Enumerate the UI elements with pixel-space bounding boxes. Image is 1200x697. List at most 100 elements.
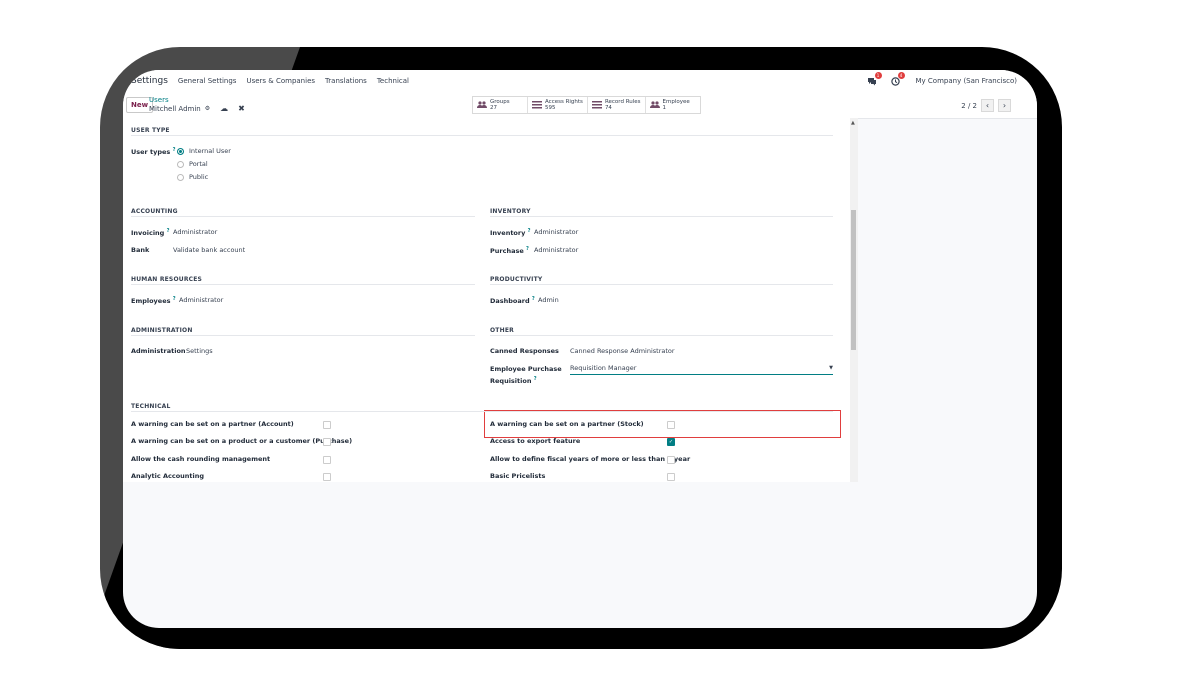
- field-value-administration[interactable]: Settings: [186, 347, 213, 355]
- help-icon: ?: [527, 228, 531, 234]
- radio-label: Internal User: [189, 147, 231, 155]
- checkbox-warning-partner-account[interactable]: [323, 421, 331, 429]
- list-icon: [532, 101, 542, 109]
- tech-label-right-1: Access to export feature: [490, 437, 581, 445]
- field-label-purchase: Purchase ?: [490, 246, 529, 256]
- smart-count: 595: [545, 105, 556, 111]
- tech-label-left-1: A warning can be set on a product or a c…: [131, 437, 353, 445]
- field-label-dashboard: Dashboard ?: [490, 296, 535, 306]
- menu-users-companies[interactable]: Users & Companies: [246, 77, 315, 85]
- checkbox-warning-product-purchase[interactable]: [323, 438, 331, 446]
- checkbox-cash-rounding[interactable]: [323, 456, 331, 464]
- divider: [490, 216, 833, 217]
- radio-dot[interactable]: [177, 173, 184, 181]
- breadcrumb-current: Mitchell Admin ⚙ ☁ ✖: [149, 104, 245, 113]
- smart-buttons: Groups 27 Access Rights 595 Record Rules 74…: [472, 96, 701, 114]
- menu-translations[interactable]: Translations: [325, 77, 367, 85]
- smart-button-groups[interactable]: Groups 27: [473, 97, 528, 113]
- scroll-up-icon[interactable]: ▲: [851, 120, 855, 126]
- navbar-right: 1 4 My Company (San Francisco): [867, 70, 1017, 92]
- gear-icon[interactable]: ⚙: [205, 105, 210, 112]
- save-cloud-icon[interactable]: ☁: [220, 104, 228, 113]
- control-panel: New Users Mitchell Admin ⚙ ☁ ✖ Groups 27 …: [123, 92, 1037, 119]
- activity-badge: 4: [897, 71, 905, 79]
- section-title-human-resources: HUMAN RESOURCES: [131, 276, 203, 283]
- divider: [490, 335, 833, 336]
- field-label-bank: Bank: [131, 246, 150, 254]
- pager: 2 / 2 ‹ ›: [961, 99, 1011, 112]
- radio-portal[interactable]: Portal: [177, 160, 208, 168]
- form-scrollbar[interactable]: ▲: [850, 118, 858, 482]
- field-label-administration: Administration: [131, 347, 186, 355]
- section-title-productivity: PRODUCTIVITY: [490, 276, 543, 283]
- record-name: Mitchell Admin: [149, 104, 201, 113]
- section-title-inventory: INVENTORY: [490, 208, 531, 215]
- pager-value[interactable]: 2 / 2: [961, 102, 977, 110]
- tech-label-left-0: A warning can be set on a partner (Accou…: [131, 420, 294, 428]
- divider: [131, 411, 833, 412]
- company-switcher[interactable]: My Company (San Francisco): [916, 77, 1017, 85]
- field-value-dashboard[interactable]: Admin: [538, 296, 559, 304]
- users-icon: [649, 101, 660, 108]
- chat-icon[interactable]: 1: [867, 71, 882, 86]
- section-title-other: OTHER: [490, 327, 514, 334]
- field-label-employees: Employees ?: [131, 296, 176, 306]
- divider: [131, 135, 833, 136]
- list-icon: [591, 101, 602, 109]
- smart-button-employee[interactable]: Employee 1: [646, 97, 700, 113]
- breadcrumb-users[interactable]: Users: [149, 96, 245, 104]
- radio-label: Portal: [189, 160, 208, 168]
- pager-next-icon[interactable]: ›: [998, 99, 1011, 112]
- menu-technical[interactable]: Technical: [377, 77, 409, 85]
- app-screen: Settings General Settings Users & Compan…: [123, 70, 1037, 628]
- field-label-invoicing: Invoicing ?: [131, 228, 170, 238]
- help-icon: ?: [531, 296, 535, 302]
- smart-count: 74: [604, 105, 612, 111]
- radio-dot[interactable]: [177, 160, 184, 168]
- app-name[interactable]: Settings: [131, 76, 168, 86]
- radio-internal-user[interactable]: Internal User: [177, 147, 231, 155]
- menu-general-settings[interactable]: General Settings: [178, 77, 237, 85]
- divider: [490, 284, 833, 285]
- checkbox-export-feature[interactable]: ✓: [667, 438, 675, 446]
- divider: [131, 284, 475, 285]
- radio-dot[interactable]: [177, 147, 184, 155]
- field-label-employee-purchase-requisition: Employee Purchase Requisition ?: [490, 365, 562, 386]
- select-value: Requisition Manager: [570, 364, 637, 372]
- employee-purchase-requisition-select[interactable]: Requisition Manager ▼: [570, 364, 833, 375]
- top-navbar: Settings General Settings Users & Compan…: [123, 70, 1037, 92]
- help-icon: ?: [526, 246, 529, 252]
- activity-clock-icon[interactable]: 4: [890, 71, 905, 86]
- tech-label-left-3: Analytic Accounting: [131, 472, 205, 480]
- radio-public[interactable]: Public: [177, 173, 208, 181]
- checkbox-analytic-accounting[interactable]: [323, 473, 331, 481]
- pager-previous-icon[interactable]: ‹: [981, 99, 994, 112]
- help-icon: ?: [172, 147, 176, 153]
- field-value-canned-responses[interactable]: Canned Response Administrator: [570, 347, 675, 355]
- tech-label-right-0: A warning can be set on a partner (Stock…: [490, 420, 644, 428]
- field-label-user-types: User types ?: [131, 147, 176, 157]
- field-value-purchase[interactable]: Administrator: [534, 246, 578, 254]
- field-value-inventory[interactable]: Administrator: [534, 228, 578, 236]
- field-value-employees[interactable]: Administrator: [179, 296, 223, 304]
- discard-close-icon[interactable]: ✖: [238, 104, 245, 113]
- breadcrumb: Users Mitchell Admin ⚙ ☁ ✖: [149, 96, 245, 113]
- smart-button-access-rights[interactable]: Access Rights 595: [528, 97, 588, 113]
- divider: [131, 216, 475, 217]
- field-label-inventory: Inventory ?: [490, 228, 531, 238]
- smart-button-record-rules[interactable]: Record Rules 74: [588, 97, 646, 113]
- help-icon: ?: [166, 228, 170, 234]
- checkbox-basic-pricelists[interactable]: [667, 473, 675, 481]
- checkbox-warning-partner-stock[interactable]: [667, 421, 675, 429]
- scrollbar-thumb[interactable]: [851, 210, 856, 350]
- field-value-invoicing[interactable]: Administrator: [173, 228, 217, 236]
- section-title-user-type: USER TYPE: [131, 127, 170, 134]
- checkbox-fiscal-years[interactable]: [667, 456, 675, 464]
- section-title-technical: TECHNICAL: [131, 403, 171, 410]
- field-value-bank[interactable]: Validate bank account: [173, 246, 245, 254]
- help-icon: ?: [172, 296, 176, 302]
- chevron-down-icon[interactable]: ▼: [829, 365, 833, 371]
- help-icon: ?: [533, 376, 537, 382]
- smart-label: Employee: [662, 99, 690, 105]
- smart-count: 27: [490, 105, 497, 111]
